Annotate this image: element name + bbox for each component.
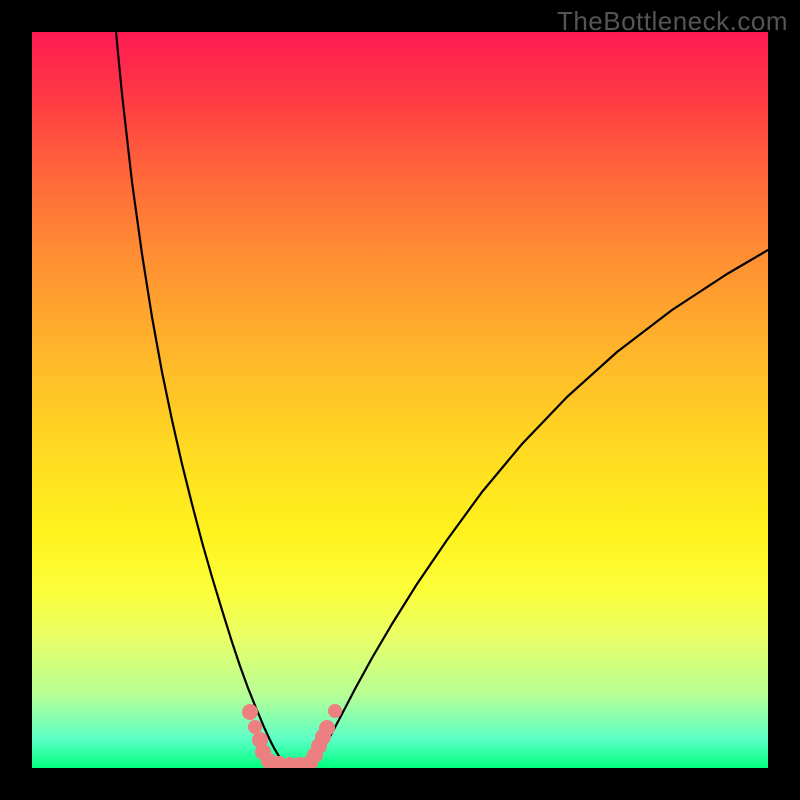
left-curve-line: [116, 32, 286, 765]
plot-area: [32, 32, 768, 768]
marker-dot: [242, 704, 258, 720]
marker-dot: [328, 704, 342, 718]
marker-dot: [319, 720, 335, 736]
right-curve-line: [313, 250, 768, 765]
chart-svg: [32, 32, 768, 768]
chart-container: TheBottleneck.com: [0, 0, 800, 800]
marker-dot: [248, 720, 262, 734]
marker-dots: [242, 704, 342, 768]
